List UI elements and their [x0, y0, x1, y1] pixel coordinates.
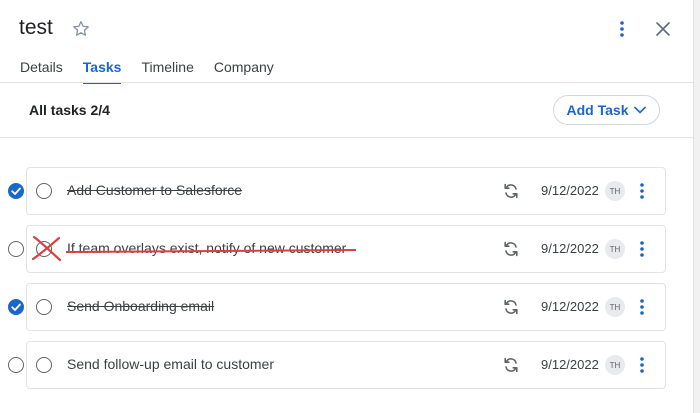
complete-task-toggle[interactable] — [36, 357, 52, 373]
close-icon[interactable] — [654, 20, 672, 38]
task-name[interactable]: Send follow-up email to customer — [67, 356, 274, 372]
star-icon[interactable] — [71, 19, 91, 39]
assignee-avatar[interactable]: TH — [605, 355, 625, 375]
due-date: 9/12/2022 — [541, 183, 599, 198]
complete-task-toggle[interactable] — [36, 183, 52, 199]
task-panel: test Details Tasks Timeline Company All … — [0, 0, 693, 413]
red-x-annotation — [31, 235, 62, 262]
tab-company[interactable]: Company — [214, 59, 274, 83]
row-select-checkbox[interactable] — [8, 299, 24, 315]
assignee-avatar[interactable]: TH — [605, 239, 625, 259]
task-row: If team overlays exist, notify of new cu… — [0, 225, 693, 275]
task-name[interactable]: Send Onboarding email — [67, 298, 214, 314]
scrollbar-track[interactable] — [693, 0, 700, 413]
row-more-icon[interactable] — [634, 296, 650, 318]
add-task-label: Add Task — [566, 102, 629, 118]
repeat-icon[interactable] — [502, 240, 520, 258]
tab-tasks[interactable]: Tasks — [82, 59, 121, 84]
more-options-icon[interactable] — [612, 17, 632, 41]
tab-divider — [0, 82, 693, 83]
row-select-checkbox[interactable] — [8, 357, 24, 373]
task-row: Add Customer to Salesforce 9/12/2022 TH — [0, 167, 693, 217]
due-date: 9/12/2022 — [541, 357, 599, 372]
repeat-icon[interactable] — [502, 356, 520, 374]
repeat-icon[interactable] — [502, 298, 520, 316]
row-more-icon[interactable] — [634, 238, 650, 260]
tab-details[interactable]: Details — [20, 59, 63, 83]
task-row: Send Onboarding email 9/12/2022 TH — [0, 283, 693, 333]
assignee-avatar[interactable]: TH — [605, 181, 625, 201]
due-date: 9/12/2022 — [541, 299, 599, 314]
tab-timeline[interactable]: Timeline — [141, 59, 193, 83]
row-more-icon[interactable] — [634, 354, 650, 376]
task-row: Send follow-up email to customer 9/12/20… — [0, 341, 693, 391]
due-date: 9/12/2022 — [541, 241, 599, 256]
toolbar-divider — [0, 137, 693, 138]
task-name[interactable]: Add Customer to Salesforce — [67, 182, 242, 198]
row-select-checkbox[interactable] — [8, 183, 24, 199]
row-more-icon[interactable] — [634, 180, 650, 202]
task-count-summary: All tasks 2/4 — [29, 102, 110, 118]
add-task-button[interactable]: Add Task — [553, 95, 660, 125]
row-select-checkbox[interactable] — [8, 241, 24, 257]
repeat-icon[interactable] — [502, 182, 520, 200]
chevron-down-icon — [634, 106, 647, 114]
complete-task-toggle[interactable] — [36, 299, 52, 315]
record-title: test — [19, 16, 53, 39]
assignee-avatar[interactable]: TH — [605, 297, 625, 317]
tab-bar: Details Tasks Timeline Company — [20, 59, 294, 84]
task-name[interactable]: If team overlays exist, notify of new cu… — [67, 240, 346, 256]
